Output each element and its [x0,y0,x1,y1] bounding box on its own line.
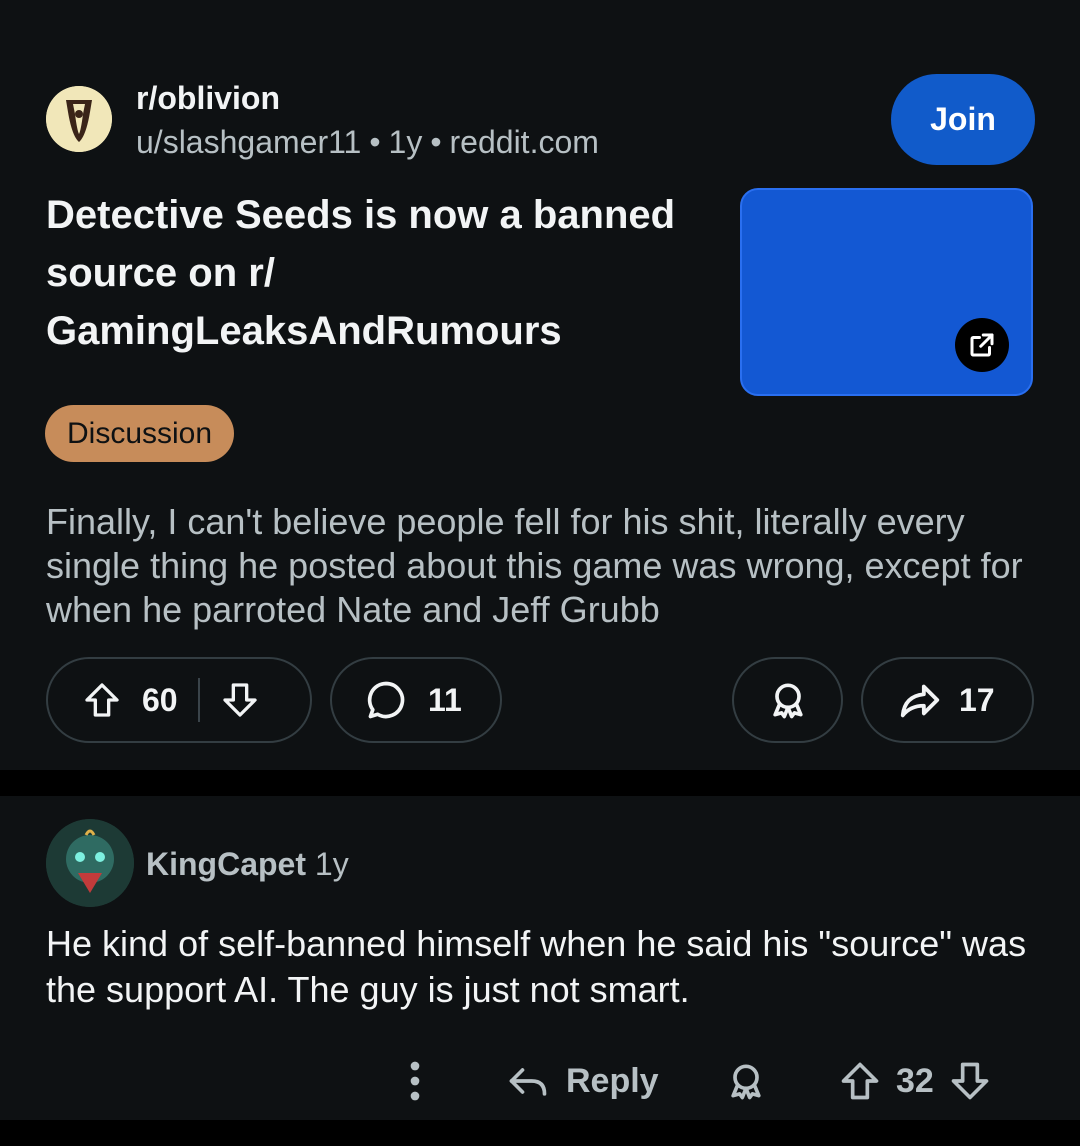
comment-vote-group: 32 [838,1051,992,1111]
reply-icon [506,1059,550,1103]
vote-divider [197,678,200,722]
post-domain[interactable]: reddit.com [450,124,599,160]
post-meta: u/slashgamer11 • 1y • reddit.com [136,124,599,161]
meta-separator: • [430,124,442,160]
award-icon [766,678,810,722]
comment-item: KingCapet 1y He kind of self-banned hims… [0,796,1080,1120]
external-link-icon[interactable] [955,318,1009,372]
comments-button[interactable]: 11 [330,657,502,743]
upvote-icon[interactable] [838,1059,882,1103]
comment-age: 1y [314,846,349,882]
downvote-icon[interactable] [220,680,260,720]
comment-actions: Reply 32 [0,1051,1080,1111]
upvote-icon[interactable] [82,680,122,720]
join-button[interactable]: Join [891,74,1035,165]
award-button[interactable] [732,657,843,743]
bottom-divider [0,1120,1080,1146]
comment-count: 11 [428,681,462,718]
post-score: 60 [142,681,178,718]
downvote-icon[interactable] [948,1059,992,1103]
comment-icon [364,678,408,722]
reply-label: Reply [566,1061,659,1100]
share-button[interactable]: 17 [861,657,1034,743]
post-body[interactable]: Finally, I can't believe people fell for… [46,500,1046,632]
vote-pill: 60 [46,657,312,743]
comment-meta: KingCapet 1y [146,846,349,883]
more-options-icon[interactable] [398,1051,432,1111]
link-thumbnail[interactable] [740,188,1033,396]
post-title[interactable]: Detective Seeds is now a banned source o… [46,186,706,360]
comment-score: 32 [896,1061,934,1100]
subreddit-name[interactable]: r/oblivion [136,80,280,117]
meta-separator: • [369,124,381,160]
share-count: 17 [959,681,995,718]
section-divider [0,770,1080,796]
post-author[interactable]: u/slashgamer11 [136,124,361,160]
commenter-avatar[interactable] [46,819,134,907]
post-card: r/oblivion u/slashgamer11 • 1y • reddit.com … [0,0,1080,770]
post-flair[interactable]: Discussion [45,405,235,462]
comment-author[interactable]: KingCapet [146,846,306,882]
share-icon [897,677,943,723]
subreddit-avatar[interactable] [46,86,112,152]
comment-text: He kind of self-banned himself when he s… [46,923,1027,1010]
award-icon[interactable] [724,1051,768,1111]
post-age: 1y [388,124,423,160]
reply-button[interactable]: Reply [506,1051,659,1111]
